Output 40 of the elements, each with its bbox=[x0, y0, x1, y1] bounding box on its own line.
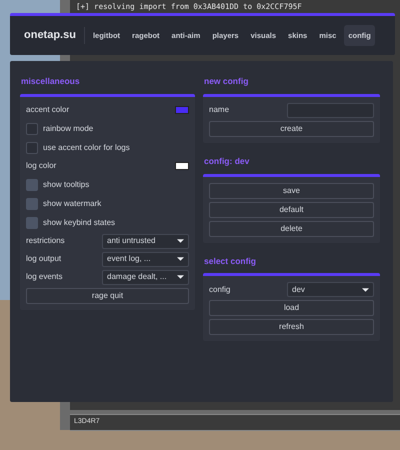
text-input[interactable] bbox=[287, 102, 374, 118]
caret-icon bbox=[177, 257, 184, 262]
setting-label: log events bbox=[26, 271, 62, 284]
caret-icon bbox=[177, 275, 184, 280]
checkbox-label: use accent color for logs bbox=[43, 142, 130, 154]
brand-logo: onetap.su bbox=[18, 27, 85, 44]
checkbox-label: show tooltips bbox=[43, 178, 90, 191]
setting-label: log output bbox=[26, 253, 62, 266]
setting-label: log color bbox=[26, 160, 56, 172]
dropdown[interactable]: damage dealt, ... bbox=[102, 270, 189, 285]
setting-label: restrictions bbox=[26, 235, 65, 248]
group-title: new config bbox=[203, 75, 250, 88]
setting-label: name bbox=[209, 104, 230, 116]
caret-icon bbox=[177, 239, 184, 244]
action-button[interactable]: save bbox=[209, 182, 374, 198]
setting-label: config bbox=[209, 284, 230, 296]
checkbox-label: show watermark bbox=[43, 198, 102, 210]
action-button[interactable]: load bbox=[209, 300, 374, 316]
checkbox[interactable] bbox=[26, 122, 38, 135]
dropdown[interactable]: dev bbox=[287, 282, 374, 298]
checkbox[interactable] bbox=[26, 178, 38, 191]
action-button[interactable]: rage quit bbox=[26, 288, 189, 304]
setting-label: accent color bbox=[26, 104, 70, 116]
dropdown[interactable]: event log, ... bbox=[102, 252, 189, 267]
dropdown[interactable]: anti untrusted bbox=[102, 234, 189, 249]
checkbox[interactable] bbox=[26, 198, 38, 210]
color-swatch[interactable] bbox=[175, 106, 189, 114]
group-title: config: dev bbox=[203, 154, 250, 168]
action-button[interactable]: refresh bbox=[209, 319, 374, 336]
group-title: miscellaneous bbox=[20, 75, 81, 88]
checkbox-label: rainbow mode bbox=[43, 122, 94, 135]
caret-icon bbox=[362, 288, 369, 292]
action-button[interactable]: default bbox=[209, 202, 374, 218]
action-button[interactable]: create bbox=[209, 120, 374, 137]
checkbox[interactable] bbox=[26, 142, 38, 154]
color-swatch[interactable] bbox=[175, 162, 189, 170]
group-title: select config bbox=[203, 254, 257, 268]
checkbox-label: show keybind states bbox=[43, 216, 116, 229]
action-button[interactable]: delete bbox=[209, 220, 374, 236]
checkbox[interactable] bbox=[26, 216, 38, 229]
